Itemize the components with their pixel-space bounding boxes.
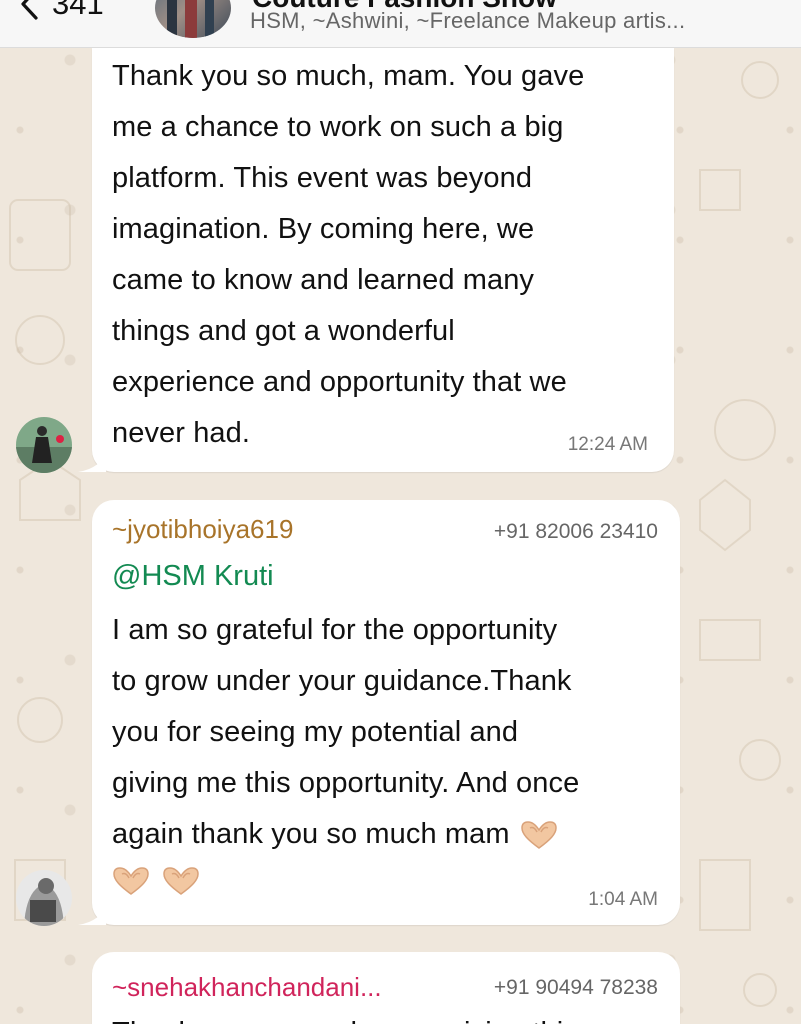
group-members[interactable]: HSM, ~Ashwini, ~Freelance Makeup artis..… <box>250 8 685 34</box>
bubble-tail <box>78 450 106 472</box>
sender-name[interactable]: ~snehakhanchandani... <box>112 972 382 1003</box>
message-text: Thank you so much, mam. You gave me a ch… <box>112 60 585 449</box>
heart-hands-emoji <box>163 867 200 895</box>
unread-count: 341 <box>52 0 104 21</box>
message-time: 12:24 AM <box>567 434 648 455</box>
back-button[interactable]: 341 <box>18 0 104 24</box>
mention[interactable]: @HSM Kruti <box>112 560 274 593</box>
chevron-left-icon <box>21 0 38 20</box>
bubble-tail <box>78 903 106 925</box>
avatar[interactable] <box>16 870 72 926</box>
message-bubble[interactable]: ~snehakhanchandani... +91 90494 78238 Th… <box>92 952 680 1024</box>
avatar[interactable] <box>16 417 72 473</box>
message-bubble[interactable]: ~jyotibhoiya619 +91 82006 23410 @HSM Kru… <box>78 500 680 925</box>
message-body: I am so grateful for the opportunity to … <box>112 605 672 896</box>
heart-hands-emoji <box>521 821 557 849</box>
message-bubble[interactable]: Thank you so much, mam. You gave me a ch… <box>78 48 674 472</box>
group-photo <box>167 0 214 38</box>
sender-phone: +91 82006 23410 <box>493 520 658 543</box>
heart-hands-emoji <box>113 867 149 895</box>
sender-name[interactable]: ~jyotibhoiya619 <box>112 514 293 545</box>
chat-header: 341 Couture Fashion Show HSM, ~Ashwini, … <box>0 0 801 48</box>
message-text: I am so grateful for the opportunity to … <box>112 614 580 850</box>
message-time: 1:04 AM <box>588 889 658 910</box>
group-avatar[interactable] <box>155 0 231 38</box>
message-text: Thank you so much mam giving this <box>112 1008 672 1024</box>
sender-phone: +91 90494 78238 <box>493 976 658 999</box>
